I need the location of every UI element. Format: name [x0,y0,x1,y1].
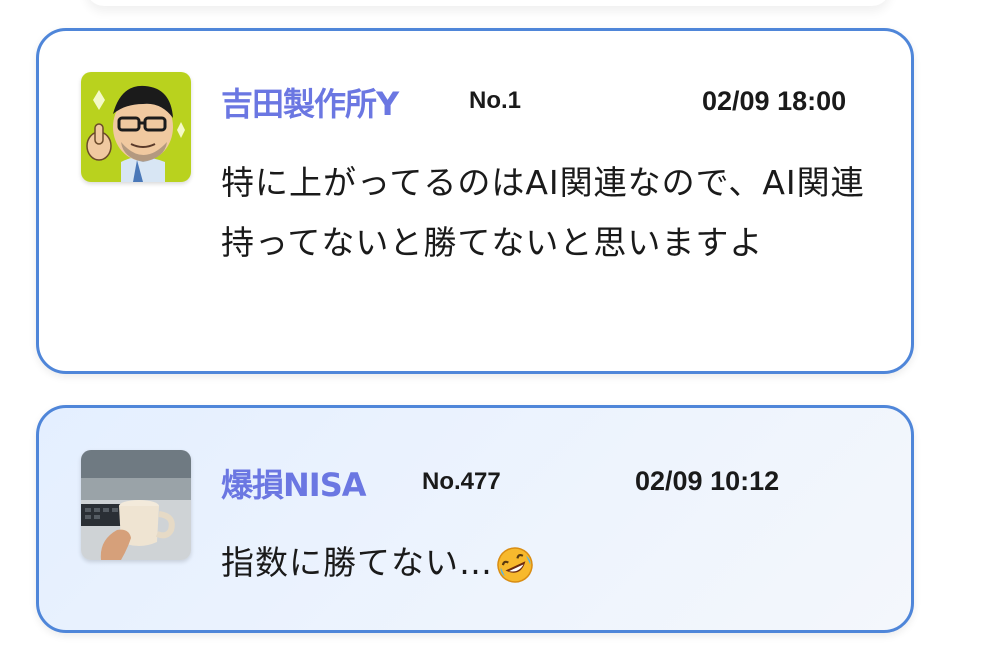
post-body: 指数に勝てない… [221,533,881,593]
cartoon-avatar-image [81,72,191,182]
author-name[interactable]: 吉田製作所Y [221,79,399,125]
avatar[interactable] [81,72,191,182]
rolling-on-floor-laughing-icon [495,545,535,585]
post-timestamp: 02/09 10:12 [635,466,780,496]
post-body-text: 指数に勝てない… [221,543,493,582]
post-card[interactable]: 吉田製作所Y No.1 02/09 18:00 特に上がってるのはAI関連なので… [36,28,914,374]
author-name[interactable]: 爆損NISA [221,460,367,506]
post-timestamp: 02/09 18:00 [702,86,847,116]
avatar[interactable] [81,450,191,560]
post-body: 特に上がってるのはAI関連なので、AI関連持ってないと勝てないと思いますよ [221,163,865,262]
post-number[interactable]: No.477 [422,468,501,496]
post-number[interactable]: No.1 [469,87,521,115]
previous-card-edge [86,0,890,6]
coffee-mug-avatar-image [81,450,191,560]
post-card-highlighted[interactable]: 爆損NISA No.477 02/09 10:12 指数に勝てない… [36,405,914,633]
